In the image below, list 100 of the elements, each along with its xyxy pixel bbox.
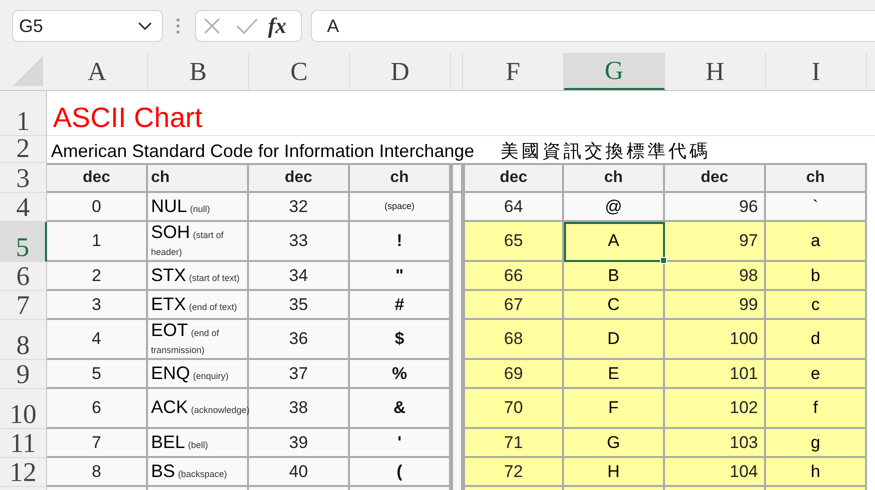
table-cell: h	[766, 458, 867, 487]
table-cell: 64	[463, 193, 564, 222]
table-cell: 65	[463, 222, 564, 262]
row-header[interactable]: 11	[0, 429, 47, 458]
row-header[interactable]: 3	[0, 163, 47, 193]
table-cell: 66	[463, 262, 564, 291]
table-cell: 37	[249, 360, 350, 389]
table-cell: BS (backspace)	[148, 458, 249, 487]
table-cell: 33	[249, 222, 350, 262]
table-cell[interactable]: @	[564, 193, 665, 222]
more-dots-icon	[176, 18, 180, 34]
table-cell: 100	[665, 320, 766, 360]
table-cell: 0	[47, 193, 148, 222]
table-cell: BEL (bell)	[148, 429, 249, 458]
fill-handle[interactable]	[660, 257, 667, 264]
table-cell: &	[350, 389, 451, 429]
table-cell[interactable]: B	[564, 262, 665, 291]
table-cell: f	[766, 389, 867, 429]
table-cell: ETX (end of text)	[148, 291, 249, 320]
column-heading: ch	[148, 163, 249, 193]
table-cell[interactable]: A	[564, 222, 665, 262]
row-header[interactable]: 8	[0, 320, 47, 360]
table-cell: 69	[463, 360, 564, 389]
row-header[interactable]: 4	[0, 193, 47, 222]
row-header[interactable]: 10	[0, 389, 47, 429]
table-cell: 98	[665, 262, 766, 291]
table-cell: 71	[463, 429, 564, 458]
table-cell: a	[766, 222, 867, 262]
table-cell: 67	[463, 291, 564, 320]
row-header[interactable]: 1	[0, 91, 47, 136]
table-cell: 72	[463, 458, 564, 487]
checkmark-icon	[236, 18, 258, 34]
column-heading: ch	[766, 163, 867, 193]
table-cell: 5	[47, 360, 148, 389]
table-cell: #	[350, 291, 451, 320]
column-heading: dec	[665, 163, 766, 193]
table-cell[interactable]: G	[564, 429, 665, 458]
table-cell: !	[350, 222, 451, 262]
table-cell: `	[766, 193, 867, 222]
name-box-value: G5	[19, 14, 44, 38]
row-header[interactable]: 9	[0, 360, 47, 389]
table-cell: e	[766, 360, 867, 389]
formula-input[interactable]: A	[311, 10, 875, 42]
row-header[interactable]: 6	[0, 262, 47, 291]
row-header[interactable]: 12	[0, 458, 47, 487]
table-cell: $	[350, 320, 451, 360]
table-cell: (space)	[350, 193, 451, 222]
cancel-icon	[204, 18, 220, 34]
table-cell: ACK (acknowledge)	[148, 389, 249, 429]
sheet-title: ASCII Chart	[53, 101, 202, 135]
table-cell: 39	[249, 429, 350, 458]
table-cell: 101	[665, 360, 766, 389]
column-header[interactable]: B	[148, 53, 249, 90]
table-cell[interactable]: H	[564, 458, 665, 487]
function-button[interactable]: fx	[268, 15, 286, 37]
table-cell: ENQ (enquiry)	[148, 360, 249, 389]
table-cell: 4	[47, 320, 148, 360]
table-cell: STX (start of text)	[148, 262, 249, 291]
table-cell[interactable]: C	[564, 291, 665, 320]
table-cell: 3	[47, 291, 148, 320]
table-cell: 102	[665, 389, 766, 429]
column-header[interactable]: C	[249, 53, 350, 90]
table-cell: 34	[249, 262, 350, 291]
table-cell: NUL (null)	[148, 193, 249, 222]
table-cell: 70	[463, 389, 564, 429]
table-cell: 104	[665, 458, 766, 487]
table-cell: 96	[665, 193, 766, 222]
table-cell: c	[766, 291, 867, 320]
table-cell[interactable]: D	[564, 320, 665, 360]
table-cell: 38	[249, 389, 350, 429]
column-heading: ch	[350, 163, 451, 193]
table-cell: "	[350, 262, 451, 291]
table-cell: %	[350, 360, 451, 389]
column-header[interactable]: I	[766, 53, 867, 90]
column-header[interactable]: G	[564, 53, 665, 90]
table-cell: 35	[249, 291, 350, 320]
chevron-down-icon	[138, 22, 152, 30]
column-header[interactable]: D	[350, 53, 451, 90]
row-header[interactable]: 2	[0, 136, 47, 163]
table-cell: 103	[665, 429, 766, 458]
select-all-icon	[13, 56, 43, 86]
row-header[interactable]: 5	[0, 222, 47, 262]
table-cell: 1	[47, 222, 148, 262]
column-heading: dec	[463, 163, 564, 193]
chinese-subtitle: 美國資訊交換標準代碼	[500, 140, 710, 163]
table-cell: b	[766, 262, 867, 291]
table-cell: 8	[47, 458, 148, 487]
table-cell: 6	[47, 389, 148, 429]
table-cell: 99	[665, 291, 766, 320]
formula-value: A	[327, 14, 340, 38]
table-cell: 32	[249, 193, 350, 222]
column-header[interactable]: H	[665, 53, 766, 90]
row-header[interactable]: 7	[0, 291, 47, 320]
table-cell[interactable]: F	[564, 389, 665, 429]
name-box[interactable]: G5	[12, 10, 163, 42]
column-header[interactable]: A	[47, 53, 148, 90]
table-cell	[451, 163, 463, 193]
table-cell: SOH (start of header)	[148, 222, 249, 262]
table-cell[interactable]: E	[564, 360, 665, 389]
column-heading: dec	[47, 163, 148, 193]
